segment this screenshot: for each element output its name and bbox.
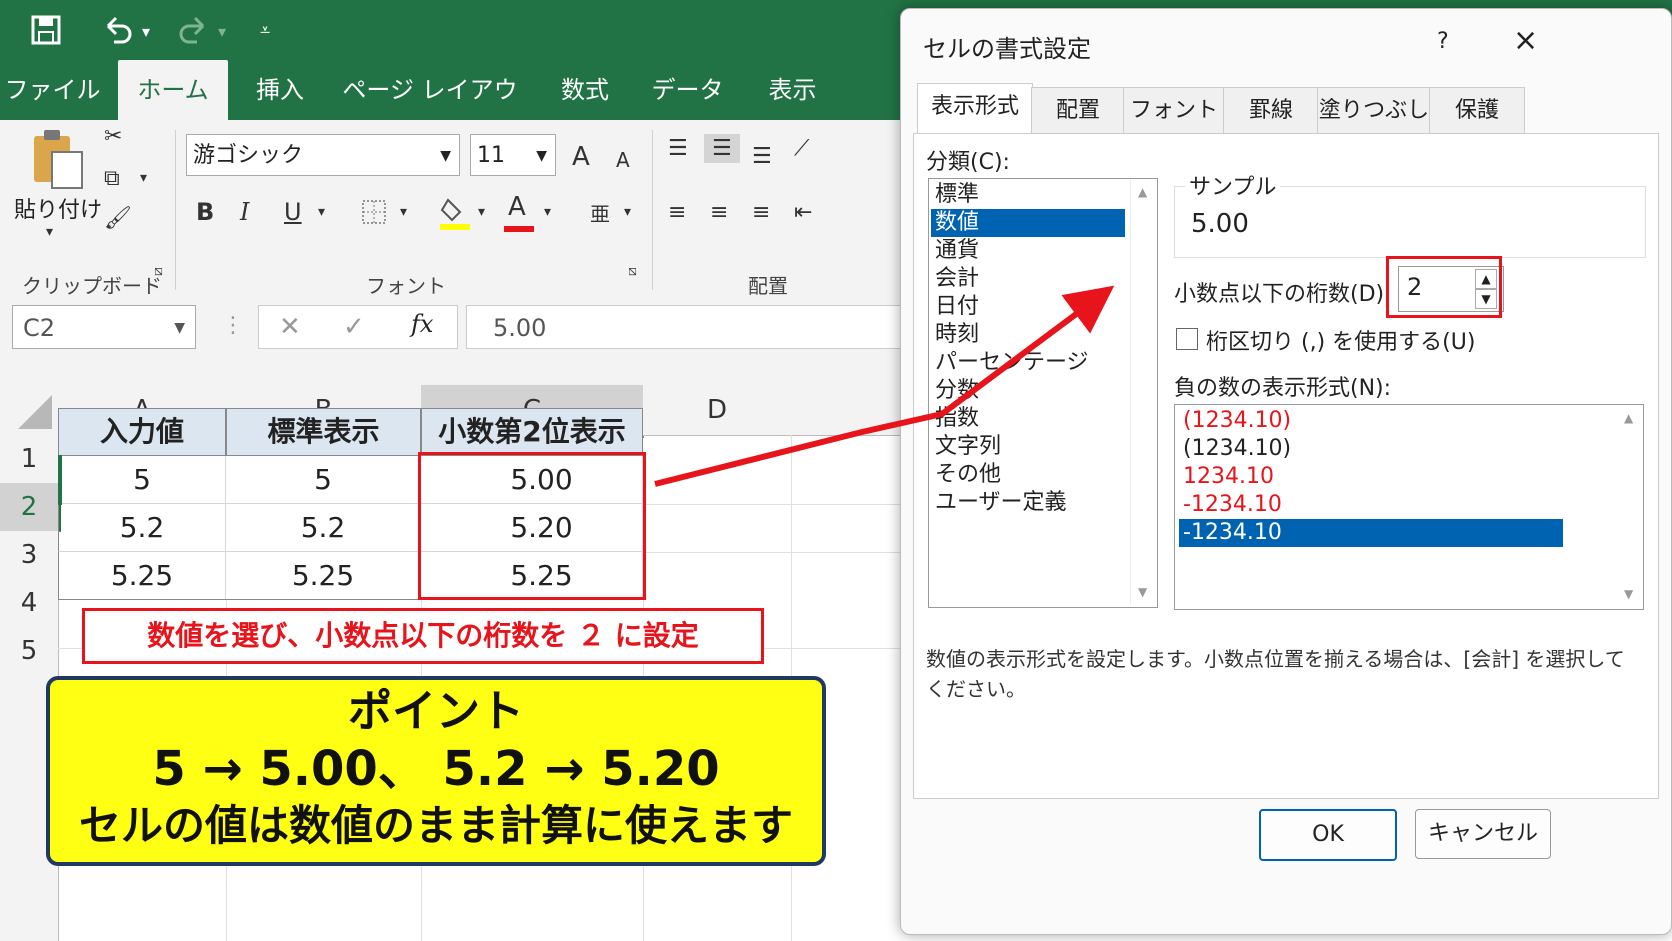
callout-arrow xyxy=(654,285,1115,487)
arrow-overlay xyxy=(654,285,1115,487)
